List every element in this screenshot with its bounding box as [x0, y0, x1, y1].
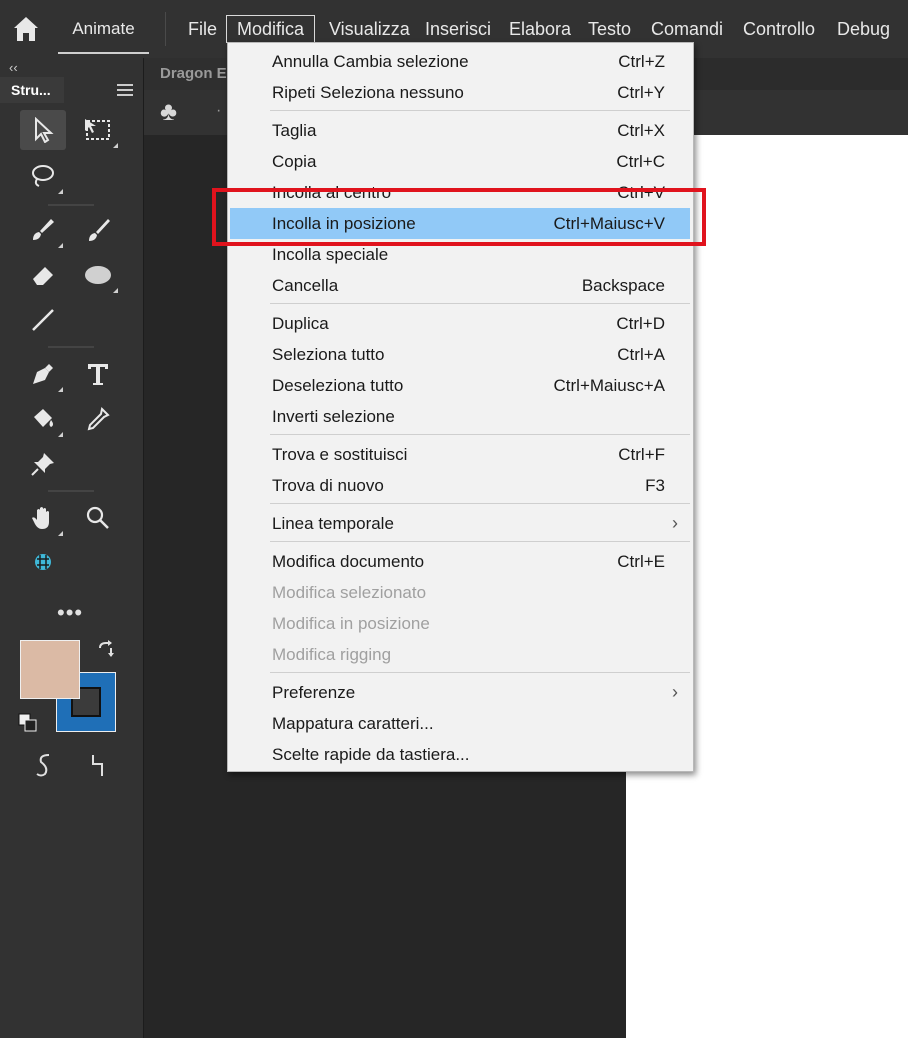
menu-modifica[interactable]: Modifica: [226, 15, 316, 43]
menu-item-ripeti[interactable]: Ripeti Seleziona nessuno Ctrl+Y: [230, 77, 690, 108]
annotation-highlight-box: [212, 188, 706, 246]
pin-tool-icon[interactable]: [20, 444, 66, 484]
menu-inserisci[interactable]: Inserisci: [425, 15, 491, 43]
free-transform-tool-icon[interactable]: [75, 110, 121, 150]
panel-menu-icon[interactable]: [117, 83, 133, 96]
menubar-divider: [165, 12, 166, 46]
zoom-tool-icon[interactable]: [75, 498, 121, 538]
menu-item-inverti-selezione[interactable]: Inverti selezione: [230, 401, 690, 432]
menu-item-mappatura-caratteri[interactable]: Mappatura caratteri...: [230, 708, 690, 739]
submenu-chevron-icon: ›: [672, 513, 678, 533]
menu-controllo[interactable]: Controllo: [743, 15, 815, 43]
hand-tool-icon[interactable]: [20, 498, 66, 538]
menu-comandi[interactable]: Comandi: [651, 15, 723, 43]
collapse-panel-icon[interactable]: ‹‹: [9, 60, 18, 75]
tool-separator: [48, 346, 94, 348]
menu-separator: [270, 110, 690, 111]
menu-item-scelte-rapide[interactable]: Scelte rapide da tastiera...: [230, 739, 690, 770]
submenu-chevron-icon: ›: [672, 682, 678, 702]
menu-item-linea-temporale[interactable]: Linea temporale ›: [230, 508, 690, 539]
menu-item-preferenze[interactable]: Preferenze ›: [230, 677, 690, 708]
menu-separator: [270, 503, 690, 504]
lasso-tool-icon[interactable]: [20, 156, 66, 196]
menu-item-cancella[interactable]: Cancella Backspace: [230, 270, 690, 301]
oval-tool-icon[interactable]: [75, 255, 121, 295]
home-icon[interactable]: [9, 12, 43, 46]
tools-panel: ‹‹ Stru... •••: [0, 58, 144, 1038]
fill-color-swatch[interactable]: [20, 640, 80, 699]
menu-separator: [270, 303, 690, 304]
menu-item-copia[interactable]: Copia Ctrl+C: [230, 146, 690, 177]
scene-clubs-icon[interactable]: ♣: [160, 96, 177, 127]
menu-item-deseleziona-tutto[interactable]: Deseleziona tutto Ctrl+Maiusc+A: [230, 370, 690, 401]
menu-file[interactable]: File: [188, 15, 217, 43]
menu-visualizza[interactable]: Visualizza: [329, 15, 410, 43]
menu-separator: [270, 541, 690, 542]
app-name-tab[interactable]: Animate: [58, 8, 149, 54]
paint-bucket-tool-icon[interactable]: [20, 399, 66, 439]
more-tools-icon[interactable]: •••: [57, 600, 83, 626]
menu-item-trova-e-sostituisci[interactable]: Trova e sostituisci Ctrl+F: [230, 439, 690, 470]
text-tool-icon[interactable]: [75, 354, 121, 394]
menu-item-annulla[interactable]: Annulla Cambia selezione Ctrl+Z: [230, 46, 690, 77]
tool-separator: [48, 204, 94, 206]
straighten-icon[interactable]: [90, 752, 108, 784]
menu-item-duplica[interactable]: Duplica Ctrl+D: [230, 308, 690, 339]
menu-item-seleziona-tutto[interactable]: Seleziona tutto Ctrl+A: [230, 339, 690, 370]
menu-separator: [270, 672, 690, 673]
menu-item-trova-di-nuovo[interactable]: Trova di nuovo F3: [230, 470, 690, 501]
paint-brush-tool-icon[interactable]: [20, 210, 66, 250]
scene-dot: ·: [216, 102, 222, 119]
selection-tool-icon[interactable]: [20, 110, 66, 150]
menu-item-modifica-in-posizione: Modifica in posizione: [272, 614, 430, 633]
menu-elabora[interactable]: Elabora: [509, 15, 571, 43]
eyedropper-tool-icon[interactable]: [75, 399, 121, 439]
tools-panel-tab[interactable]: Stru...: [0, 77, 64, 103]
menu-item-modifica-rigging: Modifica rigging: [272, 645, 392, 664]
smooth-icon[interactable]: [35, 752, 53, 785]
asset-warp-tool-icon[interactable]: [20, 542, 66, 582]
menu-item-modifica-selezionato: Modifica selezionato: [272, 583, 427, 602]
modifica-dropdown-menu: Annulla Cambia selezione Ctrl+Z Ripeti Se…: [227, 42, 694, 772]
tool-separator: [48, 490, 94, 492]
menu-debug[interactable]: Debug: [837, 15, 890, 43]
eraser-tool-icon[interactable]: [20, 255, 66, 295]
brush-tool-icon[interactable]: [75, 210, 121, 250]
swap-colors-icon[interactable]: [96, 640, 116, 666]
menu-separator: [270, 434, 690, 435]
pen-tool-icon[interactable]: [20, 354, 66, 394]
default-colors-icon[interactable]: [18, 713, 38, 733]
menu-testo[interactable]: Testo: [588, 15, 631, 43]
menu-item-taglia[interactable]: Taglia Ctrl+X: [230, 115, 690, 146]
menu-item-modifica-documento[interactable]: Modifica documento Ctrl+E: [230, 546, 690, 577]
line-tool-icon[interactable]: [20, 300, 66, 340]
